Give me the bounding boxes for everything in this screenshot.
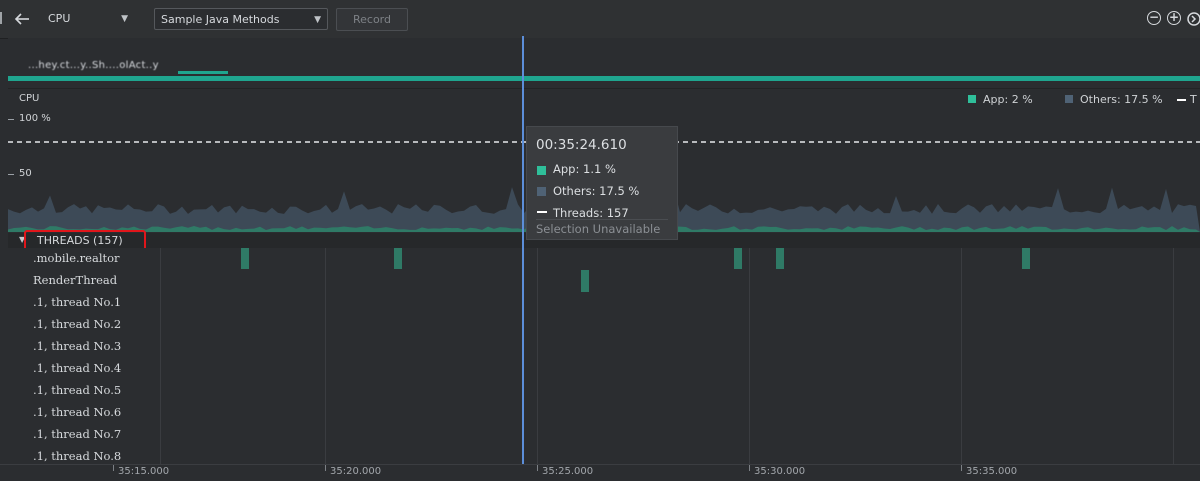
zoom-out-icon[interactable]: − bbox=[1147, 11, 1161, 25]
back-arrow-icon[interactable] bbox=[12, 9, 32, 29]
activity-label: ...hey.ct...y..Sh....olAct..y bbox=[28, 60, 159, 71]
axis-tick bbox=[537, 465, 538, 471]
tooltip-others-swatch bbox=[537, 187, 546, 196]
legend-others-label: Others: 17.5 % bbox=[1080, 93, 1163, 106]
tooltip-app: App: 1.1 % bbox=[553, 162, 616, 176]
zoom-in-icon[interactable]: + bbox=[1167, 11, 1181, 25]
profiling-mode-select[interactable]: Sample Java Methods ▼ bbox=[154, 8, 328, 30]
thread-row-label[interactable]: .1, thread No.3 bbox=[33, 339, 121, 353]
thread-row-label[interactable]: .1, thread No.6 bbox=[33, 405, 121, 419]
profiling-mode-value: Sample Java Methods bbox=[161, 13, 280, 26]
cpu-title: CPU bbox=[19, 93, 40, 104]
axis-tick-label: 35:35.000 bbox=[966, 466, 1018, 477]
tooltip-others: Others: 17.5 % bbox=[553, 184, 640, 198]
thread-row-label[interactable]: .1, thread No.7 bbox=[33, 427, 121, 441]
axis-tick bbox=[113, 465, 114, 471]
legend-app-swatch bbox=[968, 95, 976, 103]
thread-row-label[interactable]: .1, thread No.1 bbox=[33, 295, 121, 309]
activity-bar bbox=[8, 76, 1200, 81]
tooltip-selection-note: Selection Unavailable bbox=[536, 222, 661, 236]
activity-marker bbox=[178, 71, 228, 74]
time-cursor-line[interactable] bbox=[522, 36, 524, 464]
axis-tick bbox=[325, 465, 326, 471]
y-tick-100: 100 % bbox=[19, 113, 51, 124]
tooltip-time: 00:35:24.610 bbox=[536, 137, 627, 153]
grid-line bbox=[537, 248, 538, 464]
time-axis bbox=[0, 464, 1200, 481]
chevron-down-icon: ▼ bbox=[121, 14, 128, 24]
grid-line bbox=[325, 248, 326, 464]
thread-activity-block bbox=[734, 248, 742, 269]
thread-activity-block bbox=[241, 248, 249, 269]
legend-app-label: App: 2 % bbox=[983, 93, 1033, 106]
axis-tick-label: 35:15.000 bbox=[118, 466, 170, 477]
thread-activity-block bbox=[776, 248, 784, 269]
legend-threads-swatch bbox=[1177, 99, 1186, 101]
monitor-select-value: CPU bbox=[48, 12, 71, 25]
left-edge-mark bbox=[0, 12, 2, 24]
tooltip-threads: Threads: 157 bbox=[553, 206, 629, 220]
thread-row-label[interactable]: .1, thread No.5 bbox=[33, 383, 121, 397]
grid-line bbox=[961, 248, 962, 464]
thread-activity-block bbox=[1022, 248, 1030, 269]
record-button[interactable]: Record bbox=[336, 8, 408, 31]
axis-tick-label: 35:30.000 bbox=[754, 466, 806, 477]
chevron-down-icon: ▼ bbox=[314, 15, 321, 25]
tooltip-threads-swatch bbox=[537, 211, 547, 213]
tooltip-divider bbox=[536, 219, 668, 220]
y-tick-line-100 bbox=[8, 119, 14, 120]
thread-activity-block bbox=[394, 248, 402, 269]
axis-tick-label: 35:20.000 bbox=[330, 466, 382, 477]
grid-line bbox=[160, 248, 161, 464]
axis-tick bbox=[961, 465, 962, 471]
thread-row-label[interactable]: RenderThread bbox=[33, 273, 117, 287]
tooltip-app-swatch bbox=[537, 166, 546, 175]
legend-others-swatch bbox=[1065, 95, 1073, 103]
thread-activity-track[interactable] bbox=[160, 248, 1200, 464]
jump-to-live-icon[interactable] bbox=[1187, 11, 1200, 26]
thread-row-label[interactable]: .1, thread No.8 bbox=[33, 449, 121, 463]
monitor-select[interactable]: CPU ▼ bbox=[42, 8, 134, 30]
legend-threads-label: T bbox=[1190, 93, 1197, 106]
axis-tick bbox=[749, 465, 750, 471]
thread-row-label[interactable]: .mobile.realtor bbox=[33, 251, 120, 265]
axis-tick-label: 35:25.000 bbox=[542, 466, 594, 477]
thread-row-label[interactable]: .1, thread No.4 bbox=[33, 361, 121, 375]
grid-line bbox=[749, 248, 750, 464]
grid-line bbox=[1173, 248, 1174, 464]
thread-row-label[interactable]: .1, thread No.2 bbox=[33, 317, 121, 331]
thread-activity-block bbox=[581, 270, 589, 292]
